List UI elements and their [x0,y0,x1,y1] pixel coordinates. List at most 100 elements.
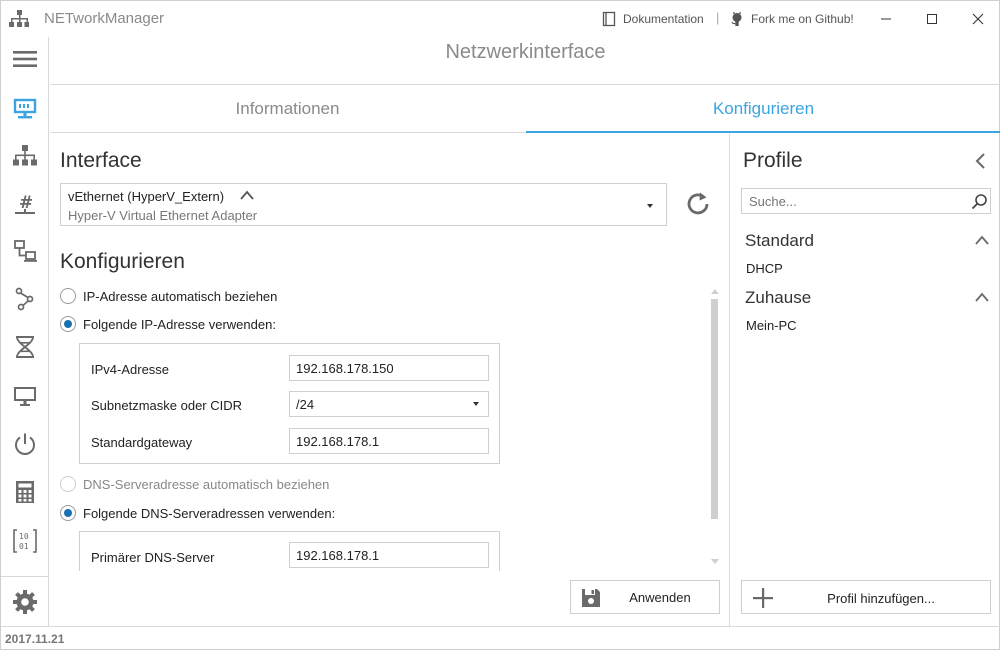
calculator-icon [16,481,34,503]
dns-auto-label: DNS-Serveradresse automatisch beziehen [83,476,330,492]
tab-informationen[interactable]: Informationen [50,85,525,133]
radio-checked[interactable] [60,316,76,332]
title-bar[interactable]: NETworkManager Dokumentation | Fork me o… [1,1,1000,37]
app-logo-icon [9,10,29,27]
add-profile-button[interactable]: Profil hinzufügen... [741,580,991,614]
dropdown-arrow-icon [647,204,653,208]
search-icon[interactable] [971,193,988,210]
network-interface-icon [13,98,37,119]
maximize-button[interactable] [909,5,955,33]
scroll-down-icon[interactable] [711,559,719,564]
pc-network-icon [14,240,37,262]
github-link[interactable]: Fork me on Github! [729,11,854,27]
profile-group-standard[interactable]: Standard [745,231,814,251]
interface-description: Hyper-V Virtual Ethernet Adapter [68,208,258,223]
hashtag-icon: # [15,193,35,214]
interface-select[interactable]: vEthernet (HyperV_Extern) Hyper-V Virtua… [60,183,667,226]
sidebar-item-port-scanner[interactable] [1,229,49,273]
route-icon [15,287,34,311]
titlebar-separator: | [716,10,720,25]
page-header: Netzwerkinterface [50,37,1000,85]
gear-icon [13,589,37,614]
profile-item-mein-pc[interactable]: Mein-PC [746,318,797,333]
close-icon [972,13,984,25]
radio-unchecked[interactable] [60,288,76,304]
profiles-panel: Profile Standard DHCP Zuhause Mein-PC [731,134,1000,626]
sidebar-menu-button[interactable] [1,37,49,81]
chevron-up-icon[interactable] [974,234,990,246]
vertical-scrollbar[interactable] [711,289,719,569]
chevron-up-icon [240,190,254,200]
svg-text:10: 10 [19,532,29,541]
profile-search-input[interactable] [742,189,962,213]
gateway-input[interactable]: 192.168.178.1 [289,428,489,454]
interface-name: vEthernet (HyperV_Extern) [68,189,225,204]
binary-icon: 10 01 [13,529,37,553]
dropdown-arrow-icon [473,402,479,406]
github-label: Fork me on Github! [751,12,854,26]
version-label: 2017.11.21 [5,632,65,646]
scroll-up-icon[interactable] [711,289,719,294]
sidebar-item-ip-scanner[interactable]: # [1,182,49,226]
sidebar: # 10 01 [1,37,49,626]
radio-checked[interactable] [60,505,76,521]
add-profile-label: Profil hinzufügen... [827,591,935,606]
dna-icon [16,336,34,358]
page-title: Netzwerkinterface [445,41,606,63]
gateway-label: Standardgateway [91,435,193,450]
ipv4-label: IPv4-Adresse [91,362,170,377]
dns-primary-input[interactable]: 192.168.178.1 [289,542,489,568]
minimize-button[interactable] [863,5,909,33]
dns-auto-radio[interactable]: DNS-Serveradresse automatisch beziehen [60,476,329,492]
chevron-up-icon[interactable] [974,291,990,303]
ip-manual-label: Folgende IP-Adresse verwenden: [83,316,276,332]
sidebar-item-dns-lookup[interactable] [1,325,49,369]
apply-label: Anwenden [629,589,691,605]
scroll-thumb[interactable] [711,299,718,519]
sidebar-item-traceroute[interactable] [1,277,49,321]
profile-search[interactable] [741,188,991,214]
interface-heading: Interface [60,149,142,172]
status-bar: 2017.11.21 [1,626,1000,650]
github-icon [731,11,742,26]
profiles-heading: Profile [743,149,803,172]
refresh-icon[interactable] [683,189,713,219]
svg-text:#: # [19,193,33,213]
ip-manual-radio[interactable]: Folgende IP-Adresse verwenden: [60,316,276,332]
sidebar-item-remote-desktop[interactable] [1,374,49,418]
hamburger-menu-icon [13,51,37,67]
documentation-label: Dokumentation [623,12,704,26]
svg-text:01: 01 [19,542,29,551]
app-window: NETworkManager Dokumentation | Fork me o… [0,0,1000,650]
radio-unchecked-disabled[interactable] [60,476,76,492]
minimize-icon [881,18,891,20]
profile-group-zuhause[interactable]: Zuhause [745,288,811,308]
network-tree-icon [13,145,37,166]
subnet-value: /24 [296,397,315,412]
tab-konfigurieren[interactable]: Konfigurieren [526,85,1000,133]
chevron-left-icon[interactable] [974,152,988,170]
profile-item-dhcp[interactable]: DHCP [746,261,783,276]
sidebar-item-network-interface[interactable] [1,87,49,131]
settings-button[interactable] [1,576,49,626]
sidebar-item-subnet-calculator[interactable] [1,470,49,514]
app-title: NETworkManager [44,10,165,27]
ip-auto-label: IP-Adresse automatisch beziehen [83,288,278,304]
tab-bar: Informationen Konfigurieren [50,85,1000,133]
sidebar-item-wake-on-lan[interactable] [1,422,49,466]
dns-primary-label: Primärer DNS-Server [91,550,215,565]
documentation-link[interactable]: Dokumentation [601,11,704,27]
book-icon [602,11,616,27]
close-button[interactable] [955,5,1000,33]
monitor-icon [14,387,36,406]
subnet-combobox[interactable]: /24 [289,391,489,417]
ip-auto-radio[interactable]: IP-Adresse automatisch beziehen [60,288,277,304]
apply-button[interactable]: Anwenden [570,580,720,614]
sidebar-item-network-tree[interactable] [1,134,49,178]
sidebar-item-bit-calculator[interactable]: 10 01 [1,519,49,563]
ipv4-input[interactable]: 192.168.178.150 [289,355,489,381]
dns-manual-radio[interactable]: Folgende DNS-Serveradressen verwenden: [60,505,335,521]
subnet-label: Subnetzmaske oder CIDR [91,398,243,413]
configure-panel: Interface vEthernet (HyperV_Extern) Hype… [50,134,730,626]
configure-heading: Konfigurieren [60,250,185,273]
